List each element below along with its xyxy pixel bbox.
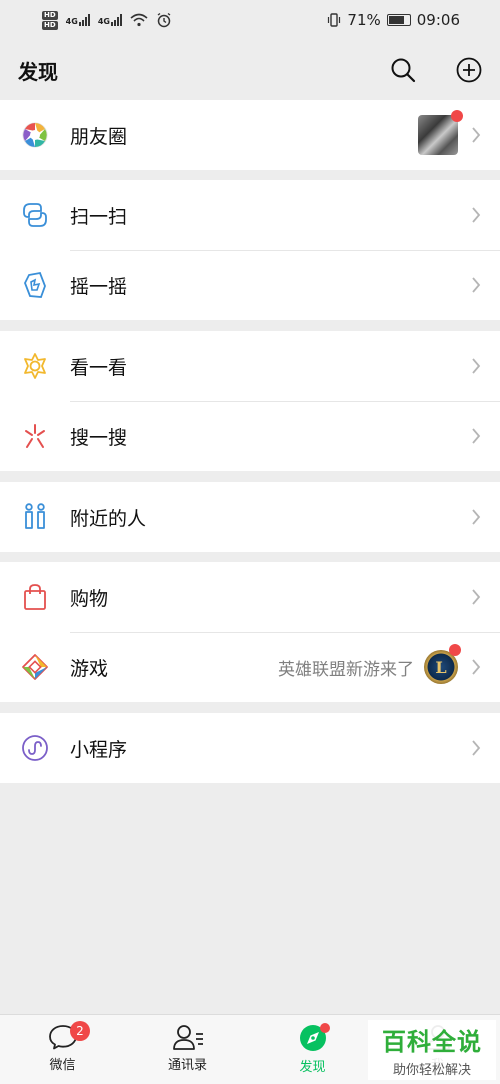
games-icon [22, 654, 48, 680]
tab-chats[interactable]: 2 微信 [0, 1015, 125, 1084]
search-sparkle-icon [25, 424, 45, 448]
unread-badge: 2 [70, 1021, 90, 1041]
chevron-right-icon [464, 180, 488, 250]
status-right: 71% 09:06 [327, 11, 460, 29]
tab-contacts[interactable]: 通讯录 [125, 1015, 250, 1084]
chevron-right-icon [464, 482, 488, 552]
network-type-2: 4G [97, 17, 110, 26]
games-subtitle: 英雄联盟新游来了 [278, 659, 414, 680]
list-item-shake[interactable]: 摇一摇 [0, 250, 500, 320]
list-item-label: 游戏 [70, 657, 109, 680]
group-stories-search: 看一看 搜一搜 [0, 331, 500, 471]
watermark-title: 百科全说 [382, 1028, 482, 1056]
list-item-mini-programs[interactable]: 小程序 [0, 713, 500, 783]
hd-badge-1: HD [42, 10, 58, 20]
hd-badge-2: HD [42, 20, 58, 30]
nav-actions [390, 57, 482, 83]
list-item-label: 小程序 [70, 738, 128, 761]
alarm-icon [157, 12, 171, 28]
watermark: 百科全说 助你轻松解决 [368, 1020, 496, 1080]
list-item-shopping[interactable]: 购物 [0, 562, 500, 632]
notification-dot [451, 110, 463, 122]
group-mini-programs: 小程序 [0, 713, 500, 783]
wifi-icon [130, 13, 148, 27]
mini-program-icon [22, 735, 48, 761]
status-left: HD HD 4G 4G [42, 10, 172, 30]
tab-discover[interactable]: 发现 [250, 1015, 375, 1084]
clock: 09:06 [416, 11, 460, 29]
list-item-label: 购物 [70, 587, 109, 610]
top-stories-icon [24, 353, 46, 379]
list-item-games[interactable]: 游戏 英雄联盟新游来了 L [0, 632, 500, 702]
signal-bars-icon [110, 14, 122, 26]
status-bar: HD HD 4G 4G 71% 09:06 [0, 0, 500, 40]
battery-percent: 71% [347, 11, 381, 29]
contacts-icon [172, 1025, 203, 1050]
signal-2: 4G [98, 14, 122, 26]
notification-dot [449, 644, 461, 656]
group-shop-games: 购物 游戏 英雄联盟新游来了 L [0, 562, 500, 702]
list-item-search[interactable]: 搜一搜 [0, 401, 500, 471]
list-item-label: 搜一搜 [70, 426, 128, 449]
list-item-top-stories[interactable]: 看一看 [0, 331, 500, 401]
moments-thumbnail [418, 110, 463, 155]
chevron-right-icon [464, 713, 488, 783]
signal-1: 4G [66, 14, 90, 26]
moments-icon [22, 122, 48, 148]
battery-icon [386, 14, 411, 26]
list-item-label: 看一看 [70, 356, 128, 379]
people-nearby-icon [25, 503, 45, 529]
tab-label: 微信 [49, 1058, 76, 1073]
list-item-label: 扫一扫 [70, 205, 128, 228]
chevron-right-icon [464, 331, 488, 401]
network-type-1: 4G [65, 17, 78, 26]
add-circle-icon[interactable] [456, 57, 482, 83]
chevron-right-icon [464, 562, 488, 632]
shake-icon [24, 271, 46, 298]
vibrate-icon [328, 13, 341, 27]
list-item-label: 摇一摇 [70, 275, 128, 298]
game-badge-letter: L [435, 657, 447, 677]
chevron-right-icon [464, 632, 488, 702]
signal-bars-icon [78, 14, 90, 26]
list-item-scan[interactable]: 扫一扫 [0, 180, 500, 250]
group-scan-shake: 扫一扫 摇一摇 [0, 180, 500, 320]
page-title: 发现 [18, 59, 58, 84]
scan-icon [23, 203, 47, 227]
list-item-label: 附近的人 [70, 507, 147, 530]
tab-label: 通讯录 [167, 1058, 207, 1073]
shopping-bag-icon [24, 584, 46, 610]
nav-bar: 发现 [0, 40, 500, 100]
group-nearby: 附近的人 [0, 482, 500, 552]
list-item-moments[interactable]: 朋友圈 [0, 100, 500, 170]
list-item-people-nearby[interactable]: 附近的人 [0, 482, 500, 552]
hd-indicator: HD HD [42, 10, 58, 30]
tab-label: 发现 [299, 1060, 326, 1075]
search-icon[interactable] [390, 57, 416, 83]
list-item-label: 朋友圈 [70, 125, 128, 148]
watermark-subtitle: 助你轻松解决 [392, 1063, 471, 1078]
game-thumbnail: L [424, 644, 461, 684]
group-moments: 朋友圈 [0, 100, 500, 170]
notification-dot [320, 1023, 330, 1033]
chevron-right-icon [464, 401, 488, 471]
chevron-right-icon [464, 100, 488, 170]
chevron-right-icon [464, 250, 488, 320]
